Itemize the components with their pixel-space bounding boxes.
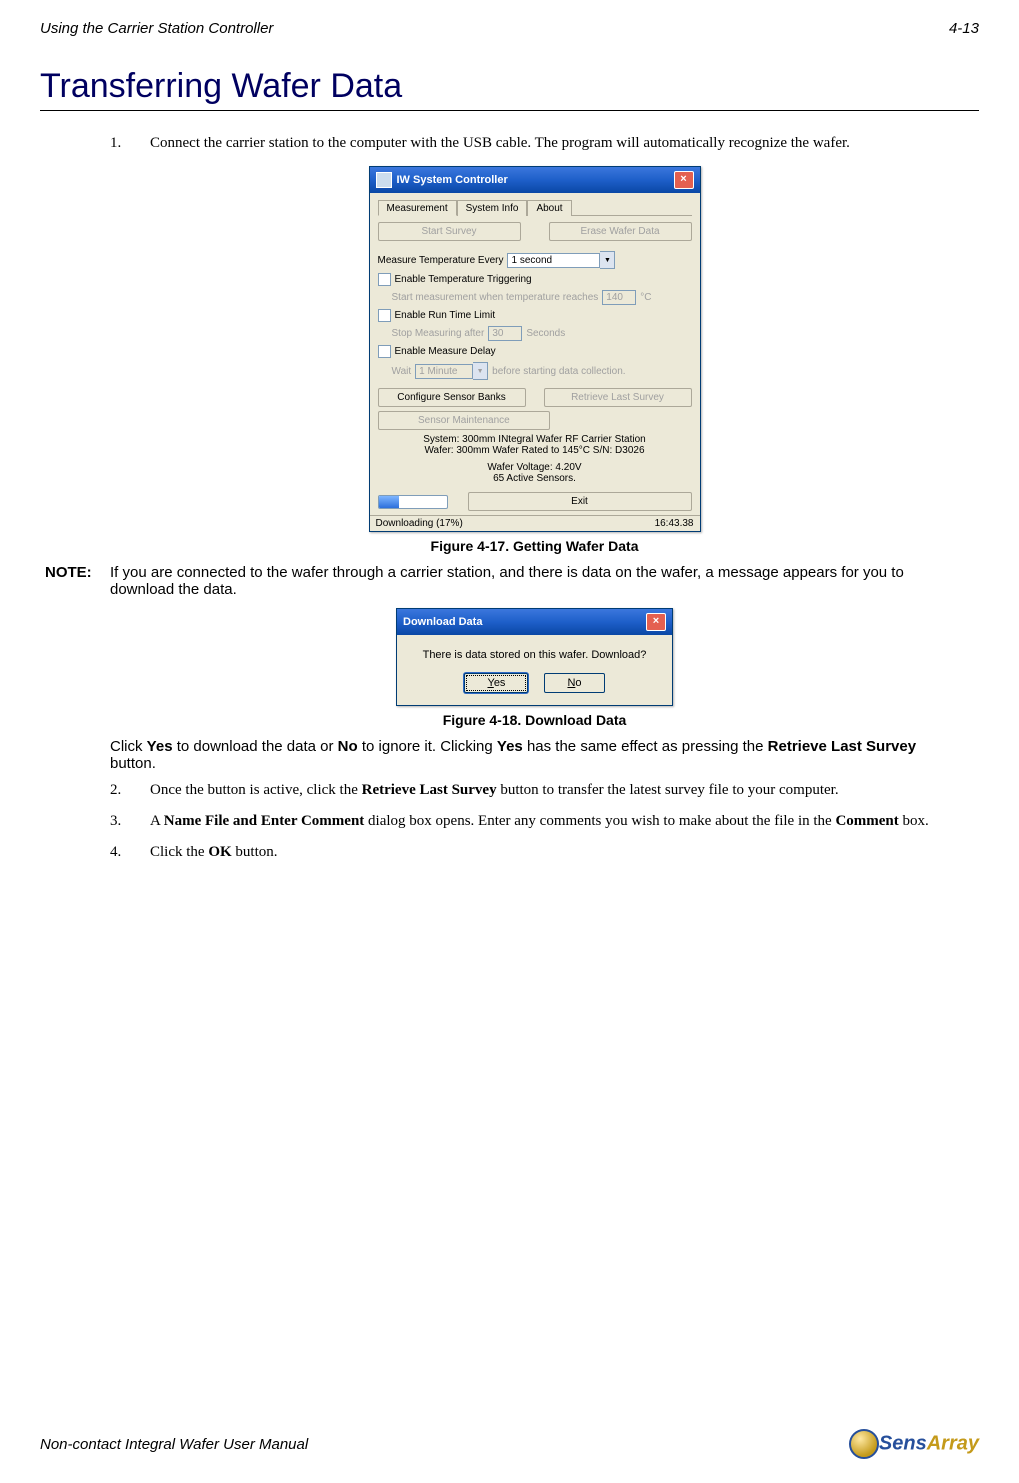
step-number: 4. <box>110 844 150 861</box>
erase-wafer-button[interactable]: Erase Wafer Data <box>549 222 692 241</box>
step-1: 1. Connect the carrier station to the co… <box>110 135 959 152</box>
note-label: NOTE: <box>45 564 110 598</box>
step-number: 3. <box>110 813 150 830</box>
t: to download the data or <box>173 738 338 755</box>
step-text: A Name File and Enter Comment dialog box… <box>150 813 929 830</box>
header-right: 4-13 <box>949 20 979 37</box>
page-header: Using the Carrier Station Controller 4-1… <box>40 20 979 37</box>
info-voltage: Wafer Voltage: 4.20V <box>378 462 692 473</box>
window-title: Download Data <box>403 616 482 628</box>
step-3: 3. A Name File and Enter Comment dialog … <box>110 813 959 830</box>
runtime-label: Enable Run Time Limit <box>395 310 496 321</box>
delay-checkbox[interactable] <box>378 345 391 358</box>
close-icon[interactable]: × <box>646 613 666 631</box>
window-title: IW System Controller <box>397 174 508 186</box>
info-sensors: 65 Active Sensors. <box>378 473 692 484</box>
download-dialog: Download Data × There is data stored on … <box>396 608 673 706</box>
t: No <box>338 738 358 755</box>
step-number: 2. <box>110 782 150 799</box>
trigger-checkbox[interactable] <box>378 273 391 286</box>
note-tail: Click Yes to download the data or No to … <box>110 738 959 772</box>
chevron-down-icon[interactable]: ▼ <box>473 362 488 380</box>
figure-caption-2: Figure 4-18. Download Data <box>110 712 959 728</box>
retrieve-last-survey-button[interactable]: Retrieve Last Survey <box>544 388 692 407</box>
no-button[interactable]: No <box>544 673 604 693</box>
step-text: Click the OK button. <box>150 844 278 861</box>
step-text: Once the button is active, click the Ret… <box>150 782 839 799</box>
t: Click <box>110 738 147 755</box>
page-footer: Non-contact Integral Wafer User Manual S… <box>40 1429 979 1459</box>
delay-select[interactable]: 1 Minute <box>415 364 473 379</box>
measure-every-label: Measure Temperature Every <box>378 255 504 266</box>
delay-label: Enable Measure Delay <box>395 346 496 357</box>
footer-text: Non-contact Integral Wafer User Manual <box>40 1436 308 1453</box>
trigger-label: Enable Temperature Triggering <box>395 274 532 285</box>
header-left: Using the Carrier Station Controller <box>40 20 273 37</box>
runtime-value-input[interactable]: 30 <box>488 326 522 341</box>
trigger-value-input[interactable]: 140 <box>602 290 636 305</box>
t: Yes <box>497 738 523 755</box>
dialog-message: There is data stored on this wafer. Down… <box>409 649 660 661</box>
info-wafer: Wafer: 300mm Wafer Rated to 145°C S/N: D… <box>378 445 692 456</box>
page-title: Transferring Wafer Data <box>40 67 979 111</box>
configure-sensor-button[interactable]: Configure Sensor Banks <box>378 388 526 407</box>
logo-icon <box>849 1429 879 1459</box>
t: to ignore it. Clicking <box>358 738 497 755</box>
progress-bar <box>378 495 448 509</box>
sensor-maintenance-button[interactable]: Sensor Maintenance <box>378 411 551 430</box>
runtime-checkbox[interactable] <box>378 309 391 322</box>
note-text: If you are connected to the wafer throug… <box>110 564 959 598</box>
sensarray-logo: SensArray <box>849 1429 979 1459</box>
logo-text-gold: Array <box>927 1432 979 1454</box>
tab-about[interactable]: About <box>527 200 571 216</box>
step-2: 2. Once the button is active, click the … <box>110 782 959 799</box>
yes-button[interactable]: Yes <box>464 673 528 693</box>
tab-measurement[interactable]: Measurement <box>378 200 457 216</box>
exit-button[interactable]: Exit <box>468 492 692 511</box>
tab-strip: Measurement System Info About <box>378 199 692 216</box>
iw-controller-window: IW System Controller × Measurement Syste… <box>369 166 701 532</box>
trigger-unit: °C <box>640 292 651 303</box>
runtime-sub-label: Stop Measuring after <box>392 328 485 339</box>
t: has the same effect as pressing the <box>523 738 768 755</box>
status-time: 16:43.38 <box>655 518 694 529</box>
runtime-unit: Seconds <box>526 328 565 339</box>
start-survey-button[interactable]: Start Survey <box>378 222 521 241</box>
trigger-sub-label: Start measurement when temperature reach… <box>392 292 599 303</box>
note-block: NOTE: If you are connected to the wafer … <box>45 564 959 598</box>
t: Yes <box>147 738 173 755</box>
figure-caption-1: Figure 4-17. Getting Wafer Data <box>110 538 959 554</box>
step-text: Connect the carrier station to the compu… <box>150 135 850 152</box>
info-system: System: 300mm INtegral Wafer RF Carrier … <box>378 434 692 445</box>
chevron-down-icon[interactable]: ▼ <box>600 251 615 269</box>
step-number: 1. <box>110 135 150 152</box>
close-icon[interactable]: × <box>674 171 694 189</box>
interval-select[interactable]: 1 second <box>507 253 600 268</box>
app-icon <box>376 172 392 188</box>
status-text: Downloading (17%) <box>376 518 463 529</box>
t: button. <box>110 755 156 772</box>
tab-system-info[interactable]: System Info <box>457 200 528 216</box>
window-titlebar: IW System Controller × <box>370 167 700 193</box>
step-4: 4. Click the OK button. <box>110 844 959 861</box>
window-titlebar: Download Data × <box>397 609 672 635</box>
delay-wait-label: Wait <box>392 366 412 377</box>
t: Retrieve Last Survey <box>768 738 916 755</box>
logo-text-blue: Sens <box>879 1432 927 1454</box>
delay-post-label: before starting data collection. <box>492 366 625 377</box>
